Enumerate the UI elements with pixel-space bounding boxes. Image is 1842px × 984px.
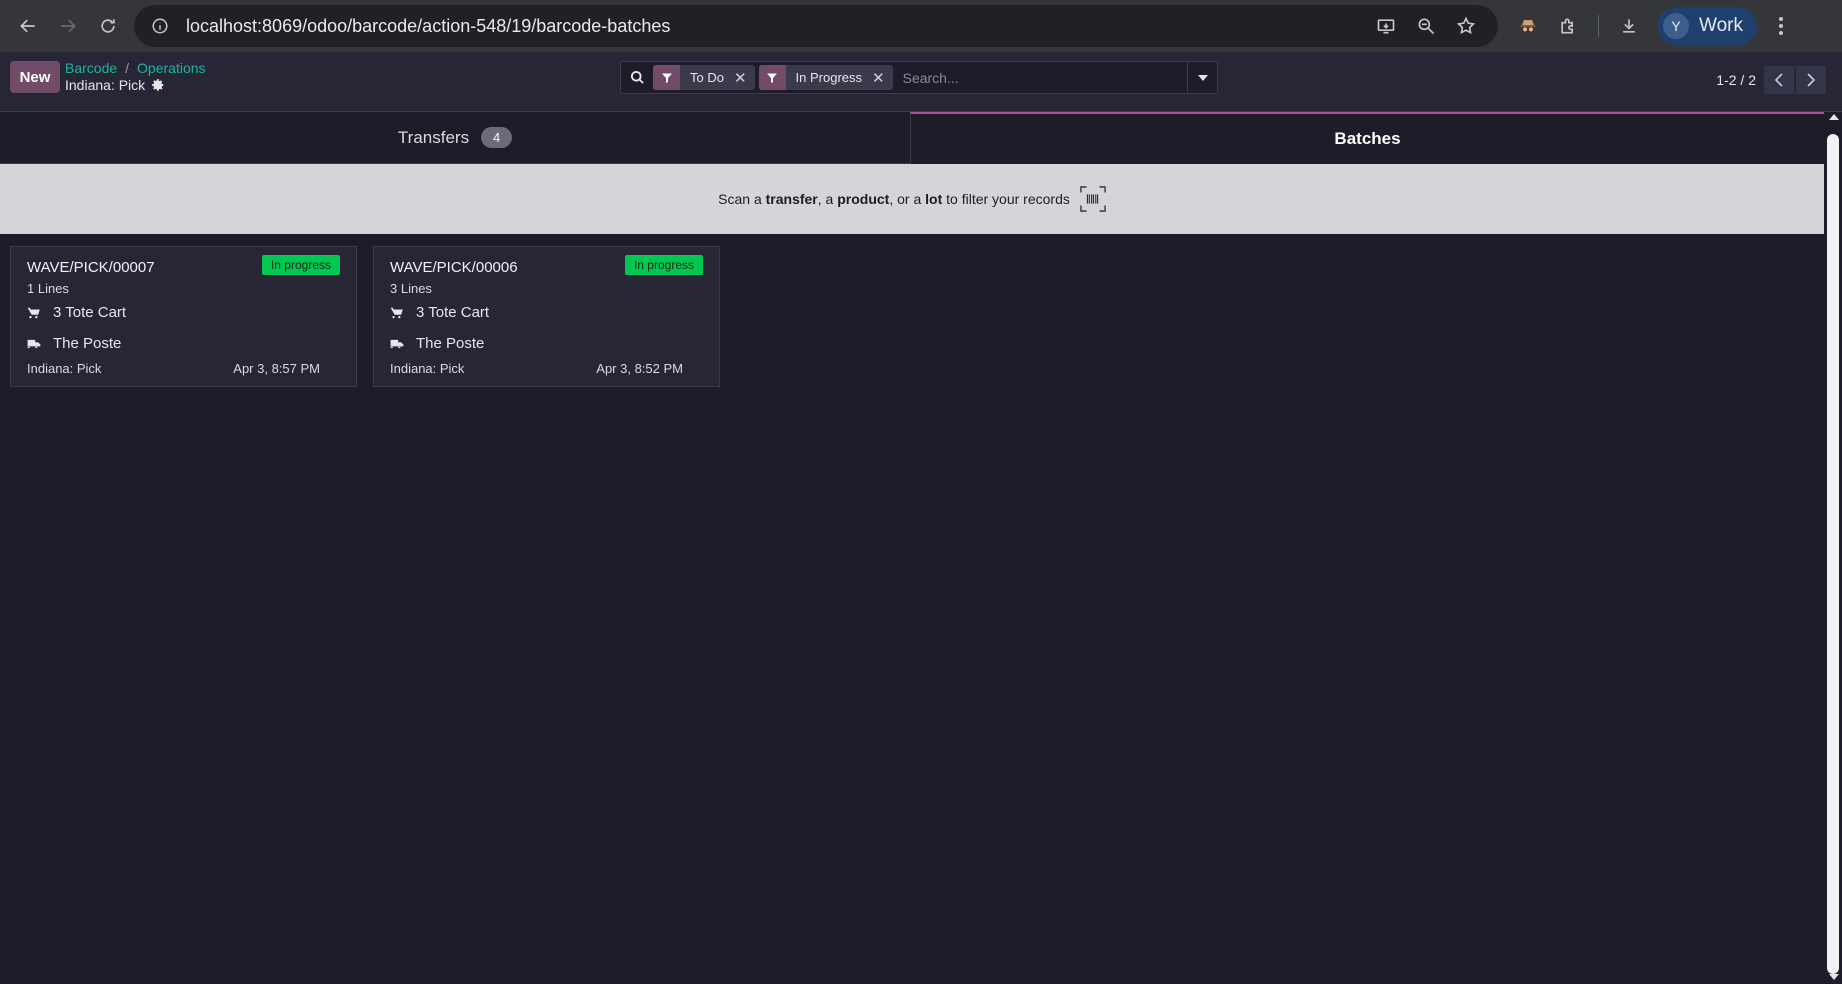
url-text[interactable]: localhost:8069/odoo/barcode/action-548/1… [186, 16, 1366, 37]
scan-text: Scan a transfer, a product, or a lot to … [718, 191, 1070, 207]
batch-carrier-row: The Poste [27, 335, 340, 352]
profile-avatar: Y [1663, 13, 1689, 39]
tab-transfers-label: Transfers [397, 127, 470, 147]
forward-button[interactable] [48, 6, 88, 46]
batch-list: WAVE/PICK/00007 In progress 1 Lines 3 To… [0, 234, 1842, 399]
facet-remove-icon[interactable]: ✕ [872, 69, 893, 87]
cast-icon[interactable] [1366, 6, 1406, 46]
batch-carrier: The Poste [416, 335, 485, 352]
pager-value[interactable]: 1-2 / 2 [1716, 72, 1756, 88]
caret-down-icon [1197, 74, 1208, 81]
pager: 1-2 / 2 [1716, 66, 1826, 94]
breadcrumb: Barcode / Operations [65, 60, 206, 76]
facet-in-progress: In Progress ✕ [758, 65, 893, 90]
batch-operation: Indiana: Pick [390, 361, 465, 376]
view-tabs: Transfers 4 Batches [0, 112, 1842, 164]
site-info-icon[interactable] [148, 14, 172, 38]
profile-name: Work [1699, 15, 1743, 36]
filter-icon [653, 65, 680, 90]
toolbar-divider [1598, 15, 1599, 37]
batch-cart: 3 Tote Cart [53, 304, 127, 321]
search-input[interactable] [896, 62, 1187, 93]
chevron-left-icon [1775, 73, 1783, 87]
status-badge: In progress [261, 255, 340, 275]
breadcrumb-operations[interactable]: Operations [137, 60, 205, 76]
arrow-right-icon [61, 19, 76, 33]
back-button[interactable] [8, 6, 48, 46]
batch-operation: Indiana: Pick [27, 361, 102, 376]
batch-card[interactable]: WAVE/PICK/00006 In progress 3 Lines 3 To… [373, 246, 720, 387]
batch-date: Apr 3, 8:57 PM [233, 361, 320, 376]
search-bar: To Do ✕ In Progress ✕ [620, 61, 1218, 94]
profile-button[interactable]: Y Work [1657, 7, 1757, 45]
shopping-cart-icon [27, 307, 40, 318]
reload-icon [101, 19, 115, 33]
batch-footer: Indiana: Pick Apr 3, 8:57 PM [27, 361, 320, 376]
breadcrumb-barcode[interactable]: Barcode [65, 60, 117, 76]
scan-banner: Scan a transfer, a product, or a lot to … [0, 164, 1824, 234]
tab-batches[interactable]: Batches [910, 112, 1824, 164]
extension-spy-icon[interactable] [1508, 6, 1548, 46]
batch-carrier-row: The Poste [390, 335, 703, 352]
batch-cart-row: 3 Tote Cart [390, 304, 703, 321]
filter-icon [758, 65, 786, 90]
pager-next-button[interactable] [1796, 66, 1826, 94]
reload-button[interactable] [88, 6, 128, 46]
page-title: Indiana: Pick [65, 77, 165, 93]
address-bar[interactable]: localhost:8069/odoo/barcode/action-548/1… [134, 5, 1498, 47]
truck-icon [27, 339, 41, 348]
search-options-toggle[interactable] [1187, 62, 1217, 93]
batch-card[interactable]: WAVE/PICK/00007 In progress 1 Lines 3 To… [10, 246, 357, 387]
chevron-right-icon [1807, 73, 1815, 87]
shopping-cart-icon [390, 307, 403, 318]
search-icon [621, 70, 653, 85]
extensions-puzzle-icon[interactable] [1548, 6, 1588, 46]
batch-cart-row: 3 Tote Cart [27, 304, 340, 321]
facet-label: In Progress [795, 70, 863, 85]
new-button[interactable]: New [10, 61, 60, 93]
scrollbar-thumb[interactable] [1827, 134, 1839, 974]
pager-previous-button[interactable] [1764, 66, 1794, 94]
batch-date: Apr 3, 8:52 PM [596, 361, 683, 376]
truck-icon [390, 339, 404, 348]
facet-label: To Do [690, 70, 724, 85]
batch-lines: 3 Lines [390, 281, 432, 296]
batch-carrier: The Poste [53, 335, 122, 352]
barcode-scan-icon[interactable] [1080, 186, 1106, 212]
vertical-scrollbar[interactable] [1824, 112, 1842, 984]
tab-transfers[interactable]: Transfers 4 [0, 112, 910, 164]
batch-cart: 3 Tote Cart [416, 304, 490, 321]
batch-footer: Indiana: Pick Apr 3, 8:52 PM [390, 361, 683, 376]
page-title-text: Indiana: Pick [65, 77, 146, 93]
scroll-up-arrow-icon[interactable] [1829, 114, 1839, 120]
breadcrumb-separator: / [125, 60, 130, 76]
facet-todo: To Do ✕ [653, 65, 755, 90]
download-icon[interactable] [1609, 6, 1649, 46]
control-panel: New Barcode / Operations Indiana: Pick T… [0, 52, 1842, 112]
batch-lines: 1 Lines [27, 281, 69, 296]
browser-menu-icon[interactable] [1763, 6, 1799, 46]
bookmark-star-icon[interactable] [1446, 6, 1486, 46]
zoom-icon[interactable] [1406, 6, 1446, 46]
status-badge: In progress [624, 255, 703, 275]
facet-remove-icon[interactable]: ✕ [734, 69, 755, 87]
browser-toolbar: localhost:8069/odoo/barcode/action-548/1… [0, 0, 1842, 52]
tab-batches-label: Batches [1334, 129, 1401, 148]
arrow-left-icon [20, 19, 35, 33]
scroll-down-arrow-icon[interactable] [1829, 974, 1839, 980]
gear-icon[interactable] [151, 78, 165, 92]
transfers-count-badge: 4 [481, 127, 513, 148]
